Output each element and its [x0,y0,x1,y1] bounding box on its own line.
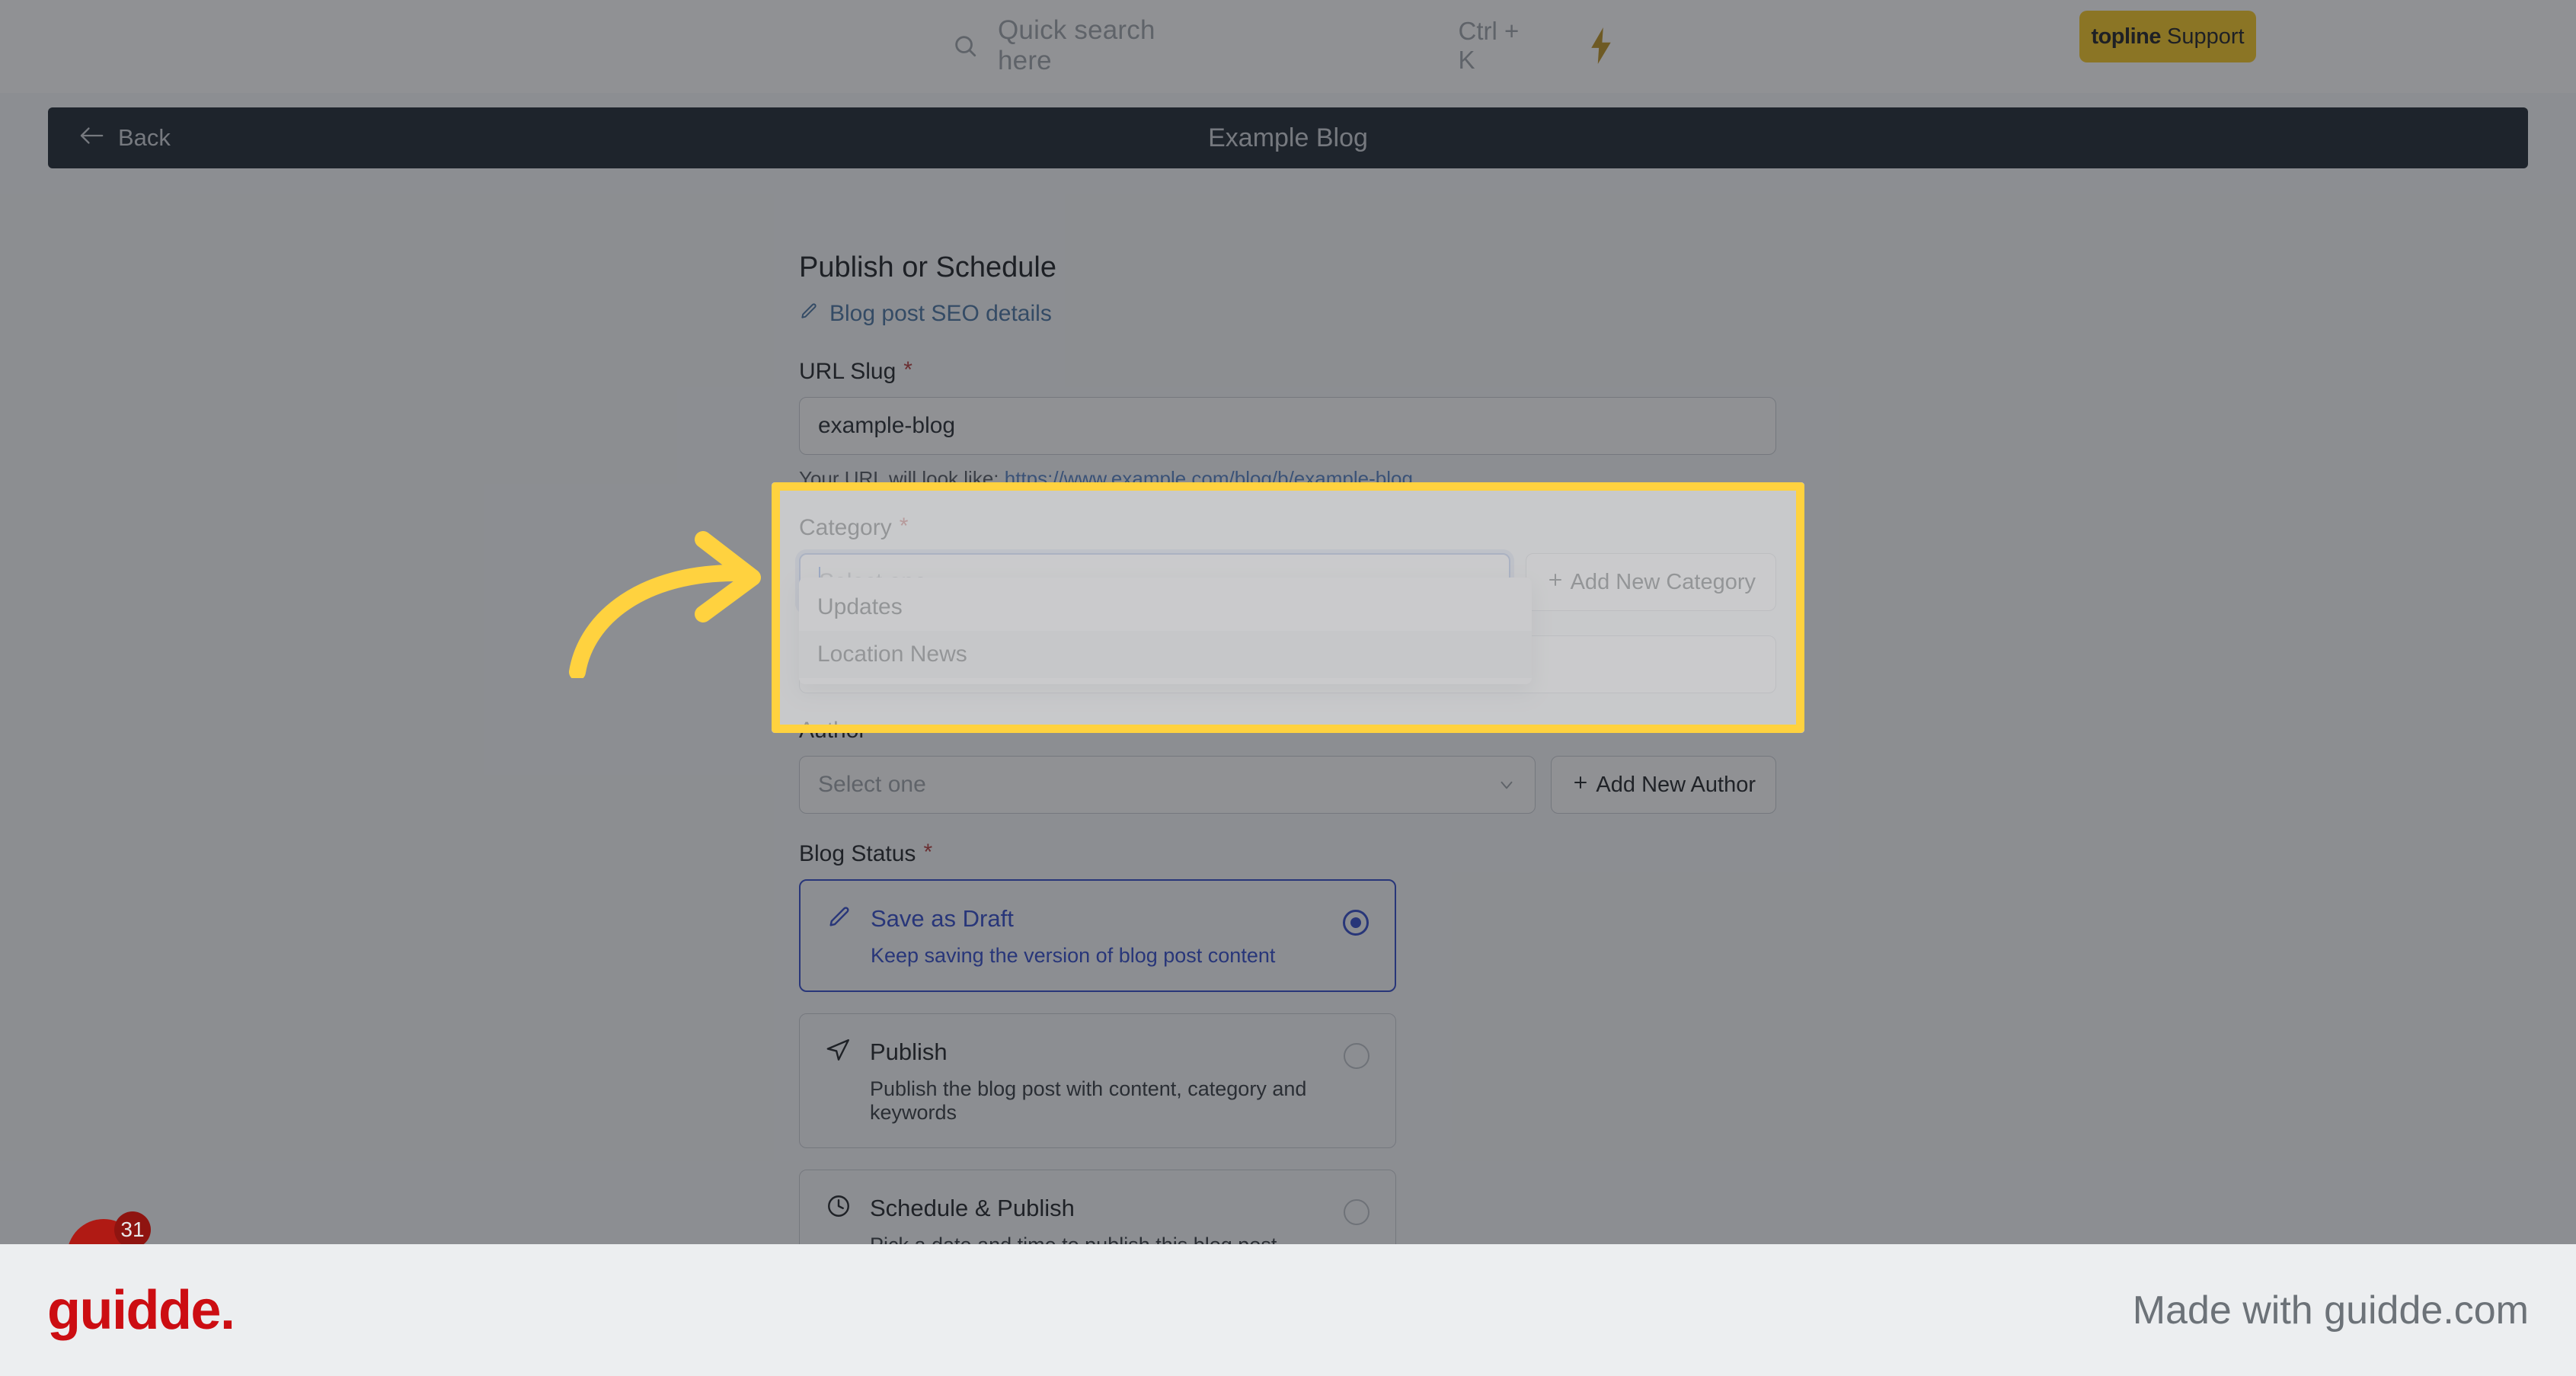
blog-status-option-publish[interactable]: Publish Publish the blog post with conte… [799,1013,1396,1148]
blog-status-group: Blog Status * Save as Draft Keep saving … [799,841,1776,1244]
plus-icon [1546,570,1564,595]
lightning-bolt-icon[interactable] [1586,18,1616,73]
back-button-label: Back [118,124,171,151]
author-select-placeholder: Select one [818,772,926,797]
blog-status-option-save-as-draft[interactable]: Save as Draft Keep saving the version of… [799,879,1396,992]
topline-support-button[interactable]: topline Support [2079,11,2256,62]
blog-status-description: Pick a date and time to publish this blo… [870,1234,1369,1244]
quick-search-placeholder: Quick search here [998,15,1155,75]
guidde-logo: guidde. [47,1279,235,1341]
url-slug-hint-prefix: Your URL will look like: [799,467,999,490]
guidde-widget[interactable]: 31 [67,1211,151,1244]
blog-status-label-text: Blog Status [799,841,916,866]
arrow-left-icon [78,124,104,152]
screenshot-root: Quick search here Ctrl + K topline Suppo… [0,0,2576,1376]
blog-status-label: Blog Status * [799,841,1776,867]
blog-status-description: Publish the blog post with content, cate… [870,1077,1307,1124]
blog-status-title: Schedule & Publish [870,1194,1075,1221]
seo-link-label: Blog post SEO details [829,301,1052,326]
app-viewport: Quick search here Ctrl + K topline Suppo… [0,0,2576,1244]
add-new-category-label: Add New Category [1570,569,1756,594]
blog-status-title: Publish [870,1038,948,1065]
quick-search-input[interactable]: Quick search here Ctrl + K [934,15,1558,75]
plus-icon [1571,773,1590,798]
blog-status-radio-save-as-draft[interactable] [1343,910,1369,936]
author-field-group: Author Select one Add New Author [799,718,1776,814]
search-icon [952,33,978,59]
url-slug-input[interactable] [799,397,1776,455]
section-title: Publish or Schedule [799,251,1056,283]
app-topbar: Quick search here Ctrl + K topline Suppo… [0,0,2576,93]
guidde-footer: guidde. Made with guidde.com [0,1244,2576,1376]
add-new-author-button[interactable]: Add New Author [1551,756,1776,814]
blog-status-radio-schedule-and-publish[interactable] [1344,1199,1369,1225]
pencil-icon [799,301,819,327]
url-slug-hint: Your URL will look like: https://www.exa… [799,467,1776,491]
pencil-icon [826,904,852,933]
category-label: Category * [799,515,1776,541]
add-new-category-button[interactable]: Add New Category [1525,553,1776,611]
blog-status-description: Keep saving the version of blog post con… [871,944,1276,967]
category-required-marker: * [899,514,909,539]
add-new-author-label: Add New Author [1596,772,1756,797]
back-button[interactable]: Back [78,124,171,152]
author-label-text: Author [799,718,867,743]
category-label-text: Category [799,515,892,540]
category-option-updates[interactable]: Updates [799,584,1532,631]
author-select[interactable]: Select one [799,756,1536,814]
blog-status-option-schedule-and-publish[interactable]: Schedule & Publish Pick a date and time … [799,1170,1396,1244]
blog-status-title: Save as Draft [871,904,1014,932]
clock-icon [826,1193,852,1223]
url-slug-label: URL Slug * [799,359,1776,385]
category-field-group: Category * Select one [799,515,1776,684]
page-title: Example Blog [1208,123,1368,152]
pointer-arrow-icon [564,526,792,680]
category-dropdown-menu[interactable]: Updates Location News [799,578,1532,684]
quick-search-shortcut: Ctrl + K [1458,17,1520,74]
send-icon [826,1037,852,1067]
url-slug-hint-url[interactable]: https://www.example.com/blog/b/example-b… [1005,467,1413,490]
page-header-bar: Back Example Blog [48,107,2528,168]
url-slug-required-marker: * [903,357,912,382]
footer-tagline: Made with guidde.com [2132,1288,2529,1333]
category-option-location-news[interactable]: Location News [799,631,1532,678]
author-label: Author [799,718,1776,744]
blog-status-required-marker: * [923,840,933,865]
support-button-label: Support [2166,24,2245,49]
chevron-down-icon [1497,775,1517,795]
guidde-widget-badge-count: 31 [114,1211,151,1244]
url-slug-label-text: URL Slug [799,359,896,384]
support-button-brand: topline [2091,24,2161,49]
blog-post-seo-details-link[interactable]: Blog post SEO details [799,301,1052,327]
blog-status-radio-publish[interactable] [1344,1043,1369,1069]
publish-form: Publish or Schedule Blog post SEO detail… [799,251,1776,1244]
